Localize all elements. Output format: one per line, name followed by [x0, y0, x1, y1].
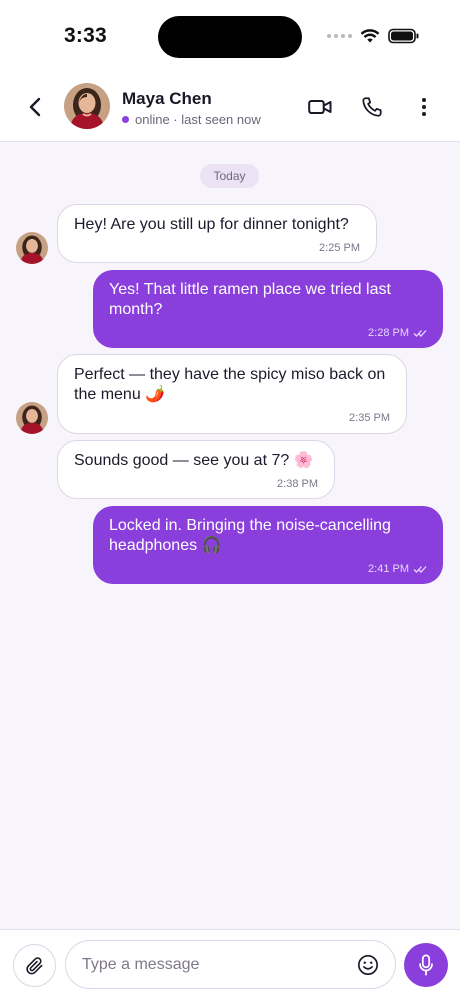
message-text: Locked in. Bringing the noise-cancelling…	[109, 517, 391, 554]
message-input[interactable]	[82, 941, 352, 988]
double-check-icon	[413, 329, 427, 337]
emoji-button[interactable]	[355, 952, 381, 978]
avatar-image	[64, 83, 110, 129]
message-text: Hey! Are you still up for dinner tonight…	[74, 216, 349, 233]
message-meta: 2:28 PM	[109, 323, 427, 343]
chat-header: Maya Chen online · last seen now	[0, 74, 460, 142]
message-time: 2:38 PM	[277, 478, 318, 490]
paperclip-icon	[25, 956, 42, 974]
status-text: online · last seen now	[135, 112, 261, 127]
battery-icon	[388, 28, 419, 44]
contact-name[interactable]: Maya Chen	[122, 89, 212, 109]
sender-avatar[interactable]	[16, 232, 48, 264]
message-meta: 2:35 PM	[74, 408, 390, 428]
message-meta: 2:38 PM	[74, 474, 318, 494]
phone-icon	[362, 97, 382, 117]
voice-call-button[interactable]	[358, 93, 386, 121]
message-bubble-incoming[interactable]: Hey! Are you still up for dinner tonight…	[57, 204, 377, 263]
message-composer	[0, 929, 460, 1000]
video-camera-icon	[308, 100, 332, 114]
contact-avatar[interactable]	[64, 83, 110, 129]
message-time: 2:35 PM	[349, 412, 390, 424]
message-text: Perfect — they have the spicy miso back …	[74, 366, 386, 403]
voice-message-button[interactable]	[404, 943, 448, 987]
message-time: 2:25 PM	[319, 242, 360, 254]
message-bubble-incoming[interactable]: Sounds good — see you at 7? 🌸 2:38 PM	[57, 440, 335, 499]
message-time: 2:28 PM	[368, 327, 409, 339]
microphone-icon	[419, 954, 433, 976]
message-bubble-outgoing[interactable]: Locked in. Bringing the noise-cancelling…	[93, 506, 443, 584]
signal-icon	[327, 34, 352, 38]
date-divider: Today	[200, 164, 259, 188]
online-indicator	[122, 116, 129, 123]
more-options-button[interactable]	[410, 93, 438, 121]
double-check-icon	[413, 565, 427, 573]
video-call-button[interactable]	[306, 93, 334, 121]
status-indicators	[327, 28, 420, 44]
message-bubble-outgoing[interactable]: Yes! That little ramen place we tried la…	[93, 270, 443, 348]
message-text: Yes! That little ramen place we tried la…	[109, 281, 391, 318]
wifi-icon	[360, 29, 380, 43]
message-meta: 2:41 PM	[109, 559, 427, 579]
message-input-wrapper	[65, 940, 396, 989]
avatar-image	[16, 402, 48, 434]
back-button[interactable]	[22, 94, 48, 120]
status-time: 3:33	[64, 24, 107, 47]
message-bubble-incoming[interactable]: Perfect — they have the spicy miso back …	[57, 354, 407, 434]
smiley-icon	[358, 955, 378, 975]
status-bar: 3:33	[0, 0, 460, 74]
message-list[interactable]: Today Hey! Are you still up for dinner t…	[0, 143, 460, 929]
message-time: 2:41 PM	[368, 563, 409, 575]
avatar-image	[16, 232, 48, 264]
sender-avatar[interactable]	[16, 402, 48, 434]
dynamic-island	[158, 16, 302, 58]
message-text: Sounds good — see you at 7? 🌸	[74, 452, 314, 469]
attach-button[interactable]	[13, 944, 56, 987]
chevron-left-icon	[29, 97, 41, 117]
more-vertical-icon	[422, 98, 426, 116]
contact-status: online · last seen now	[122, 112, 261, 127]
message-meta: 2:25 PM	[74, 238, 360, 258]
